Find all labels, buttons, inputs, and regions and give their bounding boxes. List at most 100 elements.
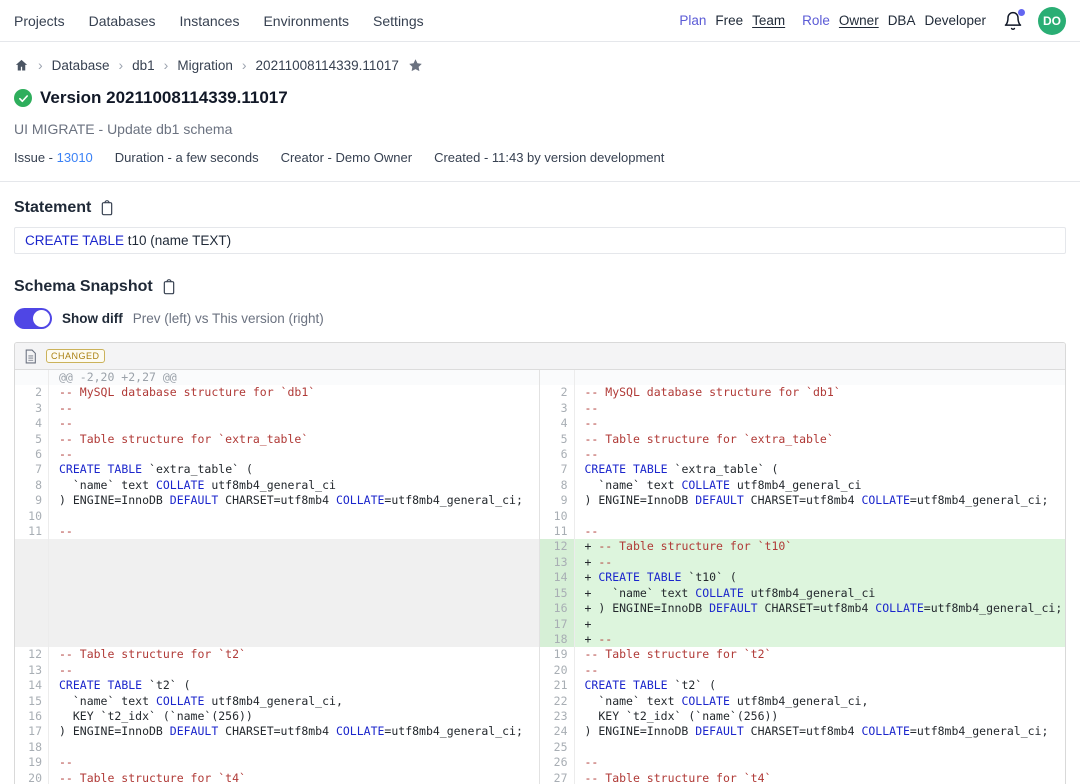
diff-row: 8 `name` text COLLATE utf8mb4_general_ci… [15, 478, 1065, 493]
line-code: -- [575, 416, 1066, 431]
show-diff-toggle-row: Show diff Prev (left) vs This version (r… [14, 308, 1066, 329]
role-dba-link[interactable]: DBA [888, 13, 916, 28]
duration-meta: Duration - a few seconds [115, 150, 259, 165]
plan-team-link[interactable]: Team [752, 13, 785, 28]
breadcrumb-separator: › [164, 57, 169, 73]
line-number: 8 [540, 478, 575, 493]
line-number: 5 [540, 432, 575, 447]
star-icon[interactable] [408, 58, 423, 73]
top-right-controls: Plan Free Team Role Owner DBA Developer … [679, 7, 1066, 35]
created-meta: Created - 11:43 by version development [434, 150, 664, 165]
line-code: -- [575, 401, 1066, 416]
diff-row: 12-- Table structure for `t2`19-- Table … [15, 647, 1065, 662]
line-number: 14 [15, 678, 49, 693]
line-code [49, 601, 540, 616]
line-number: 17 [540, 617, 575, 632]
line-number: 4 [540, 416, 575, 431]
line-code: + -- Table structure for `t10` [575, 539, 1066, 554]
snapshot-section-heading: Schema Snapshot [14, 278, 1066, 296]
line-number: 2 [540, 385, 575, 400]
diff-rows-container: @@ -2,20 +2,27 @@2-- MySQL database stru… [15, 370, 1065, 784]
line-code: -- [49, 524, 540, 539]
diff-row: 15 `name` text COLLATE utf8mb4_general_c… [15, 694, 1065, 709]
sql-keyword: CREATE TABLE [25, 233, 124, 248]
breadcrumb: › Database › db1 › Migration › 202110081… [14, 57, 1066, 73]
copy-snapshot-icon[interactable] [161, 279, 177, 295]
diff-row: 18+ -- [15, 632, 1065, 647]
line-code: + -- [575, 555, 1066, 570]
line-number: 9 [540, 493, 575, 508]
line-code: -- [575, 755, 1066, 770]
copy-statement-icon[interactable] [99, 200, 115, 216]
success-check-icon [14, 89, 32, 107]
line-number: 13 [15, 663, 49, 678]
user-avatar[interactable]: DO [1038, 7, 1066, 35]
line-number: 20 [540, 663, 575, 678]
breadcrumb-separator: › [118, 57, 123, 73]
section-divider [0, 181, 1080, 182]
diff-row: 14+ CREATE TABLE `t10` ( [15, 570, 1065, 585]
nav-item-projects[interactable]: Projects [14, 13, 65, 29]
line-number: 12 [15, 647, 49, 662]
line-code: -- [49, 663, 540, 678]
notification-dot [1018, 9, 1025, 16]
line-number: 9 [15, 493, 49, 508]
line-code: ) ENGINE=InnoDB DEFAULT CHARSET=utf8mb4 … [49, 493, 540, 508]
line-code: -- MySQL database structure for `db1` [575, 385, 1066, 400]
breadcrumb-separator: › [242, 57, 247, 73]
role-developer-link[interactable]: Developer [924, 13, 986, 28]
line-number: 26 [540, 755, 575, 770]
line-code: -- [49, 447, 540, 462]
diff-row: 13+ -- [15, 555, 1065, 570]
diff-file-header: CHANGED [15, 343, 1065, 370]
page-title: Version 20211008114339.11017 [40, 88, 288, 108]
nav-item-databases[interactable]: Databases [89, 13, 156, 29]
breadcrumb-item-version[interactable]: 20211008114339.11017 [256, 58, 399, 73]
line-code [49, 632, 540, 647]
line-code: + ) ENGINE=InnoDB DEFAULT CHARSET=utf8mb… [575, 601, 1066, 616]
line-code: `name` text COLLATE utf8mb4_general_ci, [49, 694, 540, 709]
line-number: 7 [15, 462, 49, 477]
notification-bell-icon[interactable] [1003, 10, 1025, 32]
line-code: -- Table structure for `extra_table` [49, 432, 540, 447]
nav-item-settings[interactable]: Settings [373, 13, 424, 29]
nav-item-environments[interactable]: Environments [263, 13, 349, 29]
diff-row: 6--6-- [15, 447, 1065, 462]
issue-link[interactable]: 13010 [57, 150, 93, 165]
line-number: 22 [540, 694, 575, 709]
role-owner-link[interactable]: Owner [839, 13, 879, 28]
line-code: @@ -2,20 +2,27 @@ [49, 370, 540, 385]
line-code [49, 509, 540, 524]
line-number: 19 [15, 755, 49, 770]
line-number: 3 [15, 401, 49, 416]
line-number: 25 [540, 740, 575, 755]
diff-row: 7CREATE TABLE `extra_table` (7CREATE TAB… [15, 462, 1065, 477]
line-code: -- [575, 447, 1066, 462]
line-number [15, 370, 49, 385]
line-number [15, 555, 49, 570]
line-code: -- [49, 416, 540, 431]
line-code [575, 509, 1066, 524]
breadcrumb-item-migration[interactable]: Migration [177, 58, 233, 73]
line-number: 4 [15, 416, 49, 431]
diff-row: @@ -2,20 +2,27 @@ [15, 370, 1065, 385]
line-number: 15 [15, 694, 49, 709]
version-title-row: Version 20211008114339.11017 [14, 88, 1066, 108]
line-number: 5 [15, 432, 49, 447]
home-icon[interactable] [14, 58, 29, 73]
line-code: -- [49, 401, 540, 416]
line-number: 23 [540, 709, 575, 724]
line-code: -- Table structure for `t4` [49, 771, 540, 784]
breadcrumb-item-database[interactable]: Database [52, 58, 110, 73]
line-code: KEY `t2_idx` (`name`(256)) [49, 709, 540, 724]
nav-item-instances[interactable]: Instances [180, 13, 240, 29]
breadcrumb-item-db1[interactable]: db1 [132, 58, 155, 73]
line-code: -- Table structure for `t2` [49, 647, 540, 662]
diff-row: 17) ENGINE=InnoDB DEFAULT CHARSET=utf8mb… [15, 724, 1065, 739]
line-number: 20 [15, 771, 49, 784]
line-number: 24 [540, 724, 575, 739]
migration-subtitle: UI MIGRATE - Update db1 schema [14, 121, 1066, 137]
line-code: + -- [575, 632, 1066, 647]
diff-row: 16+ ) ENGINE=InnoDB DEFAULT CHARSET=utf8… [15, 601, 1065, 616]
show-diff-toggle[interactable] [14, 308, 52, 329]
